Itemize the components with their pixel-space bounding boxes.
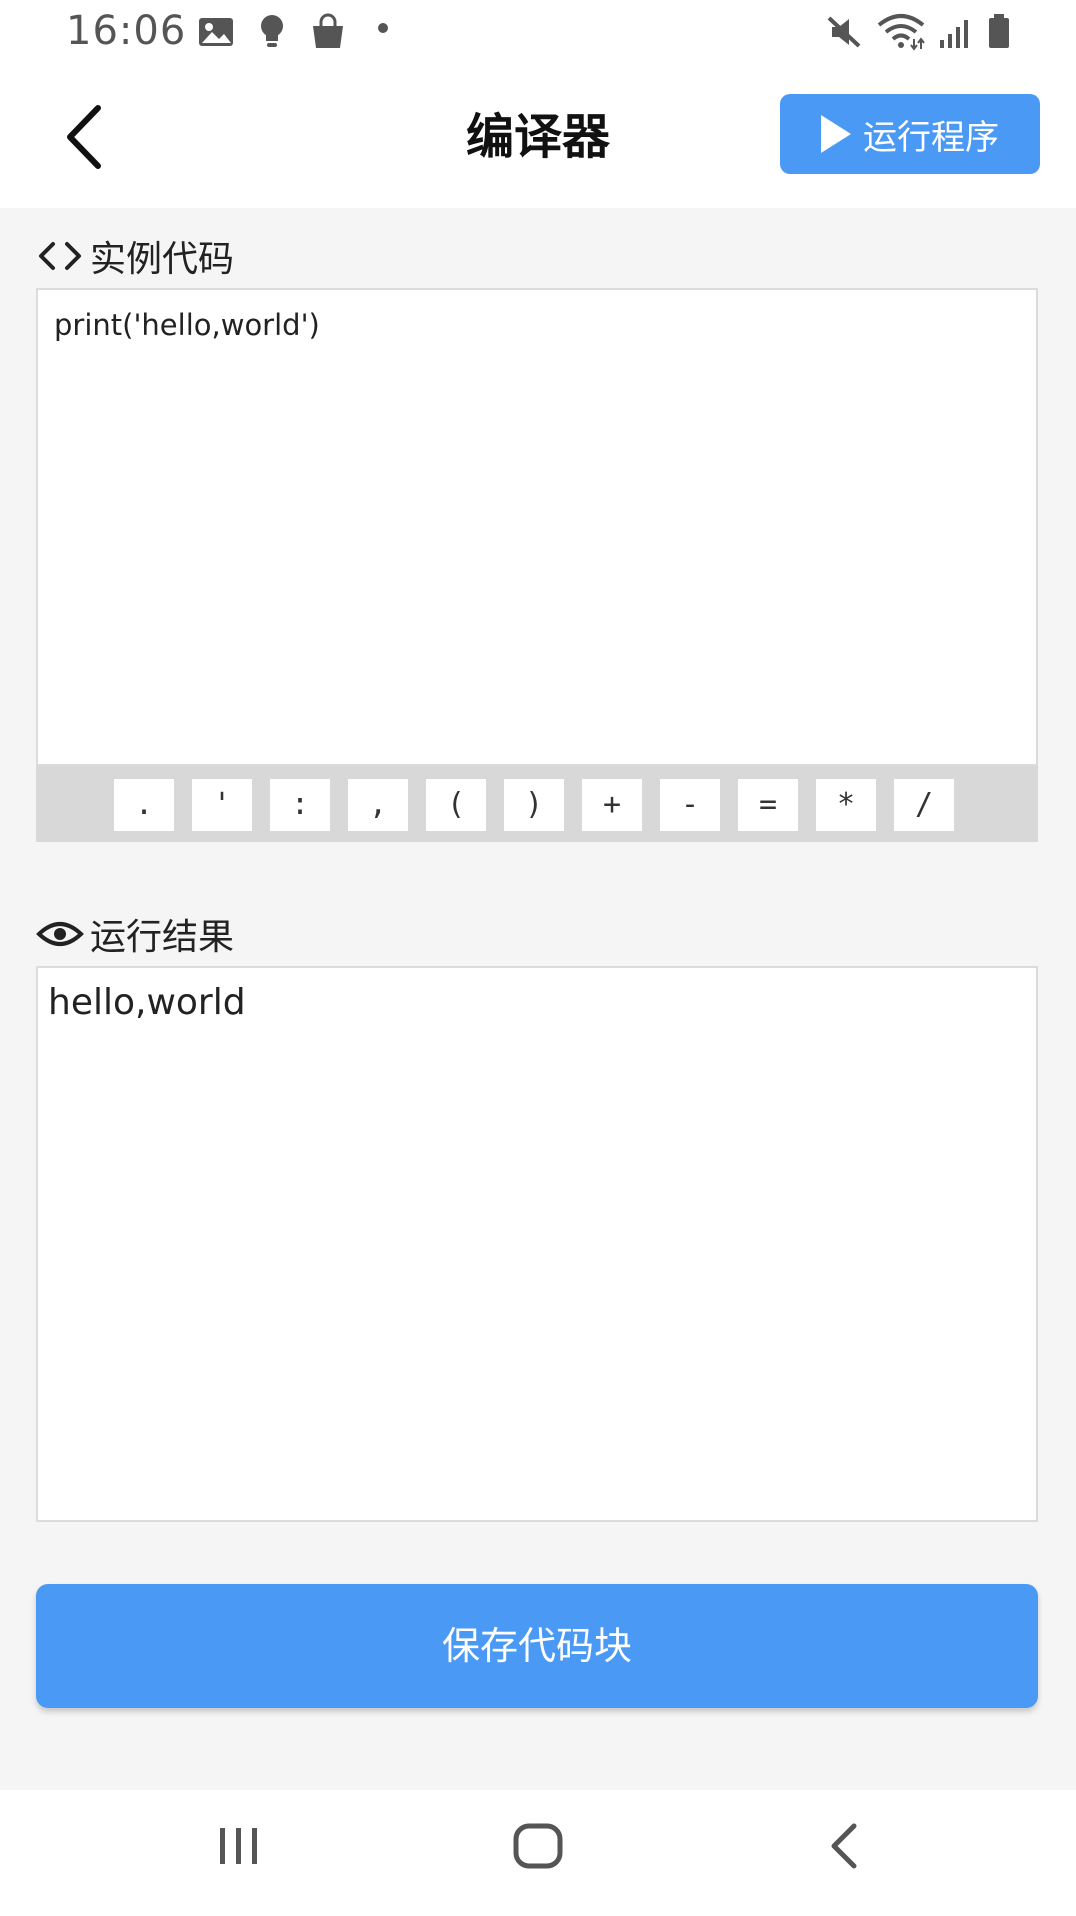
system-nav-bar bbox=[0, 1790, 1076, 1916]
back-icon[interactable] bbox=[820, 1818, 870, 1878]
result-text: hello,world bbox=[48, 982, 246, 1023]
symbol-keyboard-bar: . ' : , ( ) + - = * / bbox=[36, 766, 1038, 842]
code-editor[interactable]: print('hello,world') bbox=[36, 288, 1038, 766]
symbol-key-quote[interactable]: ' bbox=[192, 779, 252, 831]
code-text: print('hello,world') bbox=[54, 308, 320, 342]
bulb-icon bbox=[254, 12, 290, 56]
symbol-key-slash[interactable]: / bbox=[894, 779, 954, 831]
save-code-block-button[interactable]: 保存代码块 bbox=[36, 1584, 1038, 1708]
symbol-key-asterisk[interactable]: * bbox=[816, 779, 876, 831]
code-section-title: 实例代码 bbox=[90, 239, 235, 280]
eye-icon bbox=[36, 916, 84, 952]
recent-apps-icon[interactable] bbox=[214, 1818, 264, 1878]
code-section-label: 实例代码 bbox=[36, 230, 234, 282]
code-brackets-icon bbox=[36, 238, 84, 274]
dot-icon bbox=[376, 20, 390, 39]
signal-icon bbox=[938, 12, 974, 56]
play-icon bbox=[821, 115, 851, 153]
run-program-label: 运行程序 bbox=[863, 117, 999, 158]
battery-icon bbox=[986, 12, 1012, 56]
symbol-key-plus[interactable]: + bbox=[582, 779, 642, 831]
wifi-icon bbox=[876, 12, 926, 56]
image-icon bbox=[196, 12, 236, 56]
app-bar: 编译器 运行程序 bbox=[0, 66, 1076, 208]
status-time: 16:06 bbox=[66, 8, 187, 54]
symbol-key-comma[interactable]: , bbox=[348, 779, 408, 831]
symbol-key-minus[interactable]: - bbox=[660, 779, 720, 831]
run-program-button[interactable]: 运行程序 bbox=[780, 94, 1040, 174]
result-section-title: 运行结果 bbox=[90, 917, 235, 958]
symbol-key-period[interactable]: . bbox=[114, 779, 174, 831]
home-icon[interactable] bbox=[510, 1818, 566, 1878]
shopping-bag-icon bbox=[308, 12, 348, 56]
result-section-label: 运行结果 bbox=[36, 908, 234, 960]
status-bar: 16:06 bbox=[0, 0, 1076, 66]
symbol-key-equals[interactable]: = bbox=[738, 779, 798, 831]
symbol-key-colon[interactable]: : bbox=[270, 779, 330, 831]
mute-icon bbox=[824, 12, 864, 56]
symbol-key-open-paren[interactable]: ( bbox=[426, 779, 486, 831]
result-output: hello,world bbox=[36, 966, 1038, 1522]
symbol-key-close-paren[interactable]: ) bbox=[504, 779, 564, 831]
